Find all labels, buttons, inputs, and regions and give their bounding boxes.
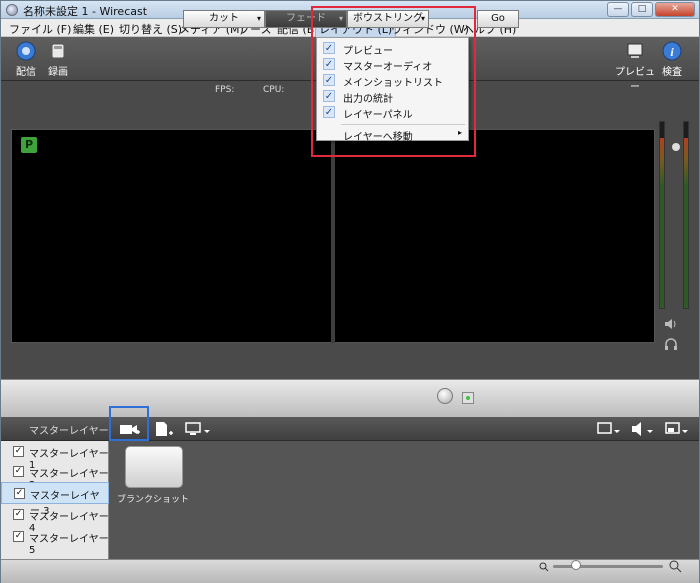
shot-mode-icon[interactable]	[665, 421, 689, 437]
record-button[interactable]: 録画	[43, 41, 73, 78]
app-icon	[6, 4, 18, 16]
menu-file[interactable]: ファイル (F)	[9, 21, 71, 37]
layer-2-checkbox[interactable]: ✓	[13, 466, 24, 477]
layer-4-checkbox[interactable]: ✓	[13, 509, 24, 520]
layout-mode-icon[interactable]	[597, 421, 621, 437]
cpu-stat: CPU:	[263, 85, 285, 95]
zoom-slider-knob[interactable]	[571, 560, 581, 570]
menu-switch[interactable]: 切り替え (S)	[119, 21, 182, 37]
highlight-add-camera	[109, 406, 149, 441]
preview-button[interactable]: プレビュー	[615, 41, 655, 93]
window-controls: — □ ✕	[607, 2, 695, 17]
window-title: 名称未設定 1 - Wirecast	[23, 5, 148, 18]
layer-item-5[interactable]: ✓ マスターレイヤー 5	[1, 526, 109, 556]
inspect-button[interactable]: i 検査	[657, 41, 687, 78]
cut-label: カット	[209, 13, 239, 24]
blank-shot-label: ブランクショット	[117, 495, 190, 505]
speaker-icon[interactable]	[663, 317, 679, 331]
layer-item-1[interactable]: ✓ マスターレイヤー 1	[1, 441, 109, 471]
maximize-button[interactable]: □	[631, 2, 653, 17]
menu-edit[interactable]: 編集 (E)	[73, 21, 114, 37]
layer-toolbar: マスターレイヤー	[1, 417, 699, 441]
cut-button[interactable]: カット ▾	[183, 10, 265, 28]
transition-bar	[1, 379, 699, 417]
speed-knob[interactable]	[437, 388, 453, 404]
audio-meter-right	[683, 121, 689, 309]
inspect-label: 検査	[662, 67, 682, 78]
broadcast-icon	[16, 41, 36, 61]
volume-slider-knob[interactable]	[672, 143, 680, 151]
info-icon: i	[662, 41, 682, 61]
layer-item-2[interactable]: ✓ マスターレイヤー 2	[1, 461, 109, 491]
broadcast-button[interactable]: 配信	[11, 41, 41, 78]
headphones-icon[interactable]	[663, 337, 679, 351]
go-button[interactable]: Go	[477, 10, 519, 28]
zoom-in-icon[interactable]	[669, 560, 683, 574]
go-label: Go	[491, 13, 505, 24]
layers-header: マスターレイヤー	[29, 426, 109, 437]
highlight-layout-menu	[311, 6, 476, 157]
audio-meter-left	[659, 121, 665, 309]
close-button[interactable]: ✕	[655, 2, 695, 17]
record-label: 録画	[48, 67, 68, 78]
record-icon	[51, 43, 65, 59]
preview-divider[interactable]	[331, 129, 335, 343]
shot-list	[109, 441, 699, 561]
add-screen-icon[interactable]	[185, 421, 211, 437]
add-file-icon[interactable]	[153, 421, 175, 437]
auto-live-indicator[interactable]	[462, 392, 474, 404]
fps-stat: FPS:	[215, 85, 235, 95]
cut-dropdown-icon: ▾	[256, 14, 261, 23]
zoom-slider[interactable]	[553, 565, 663, 568]
minimize-button[interactable]: —	[607, 2, 629, 17]
layer-list: ✓ マスターレイヤー 1 ✓ マスターレイヤー 2 ✓ マスターレイヤー 3 ✓…	[1, 441, 109, 561]
broadcast-label: 配信	[16, 67, 36, 78]
audio-mode-icon[interactable]	[631, 421, 655, 437]
layer-5-label: マスターレイヤー 5	[29, 534, 109, 556]
program-badge: P	[21, 137, 37, 153]
layer-1-checkbox[interactable]: ✓	[13, 446, 24, 457]
preview-label: プレビュー	[615, 67, 655, 93]
blank-shot-thumbnail[interactable]	[125, 446, 183, 488]
layer-5-checkbox[interactable]: ✓	[13, 531, 24, 542]
layer-3-checkbox[interactable]: ✓	[14, 488, 25, 499]
layer-item-4[interactable]: ✓ マスターレイヤー 4	[1, 504, 109, 534]
zoom-out-icon[interactable]	[539, 562, 549, 572]
status-bar	[1, 559, 699, 583]
monitor-icon	[627, 43, 643, 58]
app-window: 名称未設定 1 - Wirecast — □ ✕ ファイル (F) 編集 (E)…	[0, 0, 700, 583]
layer-item-3[interactable]: ✓ マスターレイヤー 3	[1, 482, 109, 517]
